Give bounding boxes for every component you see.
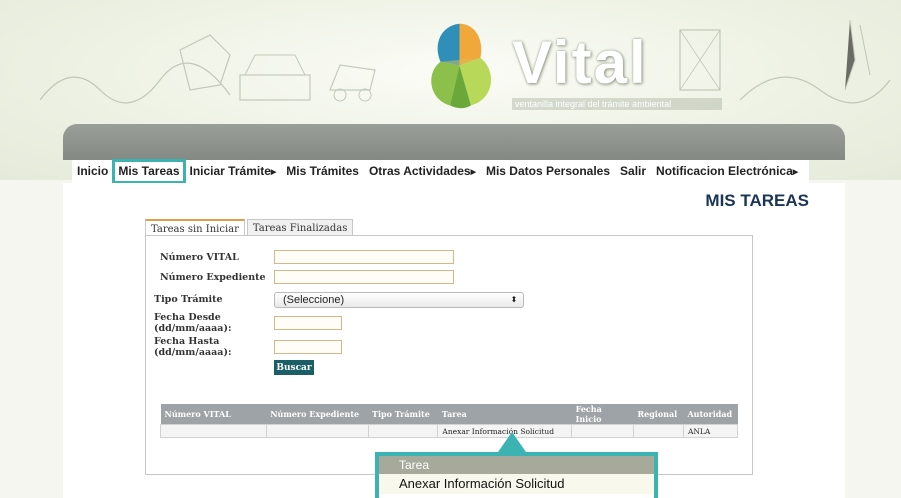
numero-vital-label: Número VITAL bbox=[160, 252, 239, 263]
callout-pointer-icon bbox=[498, 432, 526, 452]
table-row[interactable]: Anexar Información Solicitud ANLA bbox=[160, 424, 739, 438]
caret-right-icon: ▶ bbox=[792, 169, 799, 176]
fecha-hasta-label: Fecha Hasta (dd/mm/aaaa): bbox=[154, 336, 231, 358]
tipo-tramite-select[interactable]: (Seleccione) ⬍ bbox=[274, 292, 524, 308]
nav-item-label: Salir bbox=[620, 164, 647, 178]
nav-item-inicio[interactable]: Inicio bbox=[72, 160, 113, 183]
page-title: MIS TAREAS bbox=[705, 191, 809, 210]
nav-item-notificacion-electronica[interactable]: Notificacion Electrónica▶ bbox=[651, 160, 803, 183]
tipo-tramite-label: Tipo Trámite bbox=[154, 294, 223, 305]
vital-logo-icon bbox=[431, 23, 492, 109]
fecha-desde-label-line: Fecha Desde bbox=[154, 312, 221, 323]
brand-tagline: ventanilla integral del trámite ambienta… bbox=[512, 98, 722, 110]
nav-item-mis-tramites[interactable]: Mis Trámites bbox=[281, 160, 364, 183]
numero-expediente-label: Número Expediente bbox=[160, 272, 266, 283]
col-numero-expediente[interactable]: Número Expediente bbox=[266, 404, 369, 425]
buscar-button[interactable]: Buscar bbox=[274, 360, 314, 375]
cell-fecha-inicio bbox=[571, 424, 634, 438]
main-nav: Inicio Mis Tareas Iniciar Trámite▶ Mis T… bbox=[72, 159, 810, 184]
nav-item-iniciar-tramite[interactable]: Iniciar Trámite▶ bbox=[185, 160, 282, 183]
cell-numero-vital bbox=[160, 424, 267, 438]
col-autoridad[interactable]: Autoridad bbox=[683, 404, 738, 425]
tasks-table: Número VITAL Número Expediente Tipo Trám… bbox=[160, 404, 739, 438]
nav-item-label: Inicio bbox=[77, 164, 109, 178]
nav-item-label: Notificacion Electrónica bbox=[656, 164, 793, 178]
zoom-callout: Tarea Anexar Información Solicitud bbox=[375, 452, 658, 498]
brand-name: Vital bbox=[512, 29, 648, 96]
tipo-tramite-value: (Seleccione) bbox=[283, 294, 345, 306]
fecha-hasta-input[interactable] bbox=[274, 340, 342, 354]
col-regional[interactable]: Regional bbox=[633, 404, 684, 425]
search-form: Número VITAL Número Expediente Tipo Trám… bbox=[145, 235, 753, 475]
main-panel: MIS TAREAS Tareas sin Iniciar Tareas Fin… bbox=[63, 183, 845, 498]
nav-item-mis-tareas[interactable]: Mis Tareas bbox=[112, 159, 186, 184]
vital-logo[interactable]: Vital ventanilla integral del trámite am… bbox=[412, 18, 722, 128]
cell-regional bbox=[632, 424, 684, 438]
col-fecha-inicio[interactable]: Fecha Inicio bbox=[571, 404, 634, 425]
caret-right-icon: ▶ bbox=[470, 169, 476, 176]
col-tipo-tramite[interactable]: Tipo Trámite bbox=[368, 404, 438, 425]
nav-item-salir[interactable]: Salir bbox=[615, 160, 651, 183]
callout-header: Tarea bbox=[379, 456, 654, 474]
select-arrows-icon: ⬍ bbox=[510, 295, 518, 304]
table-header-row: Número VITAL Número Expediente Tipo Trám… bbox=[160, 404, 738, 425]
nav-item-label: Iniciar Trámite bbox=[189, 164, 271, 178]
numero-expediente-input[interactable] bbox=[274, 270, 454, 284]
nav-item-label: Mis Tareas bbox=[118, 164, 180, 178]
nav-item-label: Mis Trámites bbox=[286, 164, 359, 178]
fecha-desde-input[interactable] bbox=[274, 316, 342, 330]
cell-autoridad: ANLA bbox=[682, 424, 739, 438]
cell-numero-expediente bbox=[265, 424, 369, 438]
header-grey-bar bbox=[63, 124, 845, 160]
fecha-desde-label: Fecha Desde (dd/mm/aaaa): bbox=[154, 312, 231, 334]
nav-item-otras-actividades[interactable]: Otras Actividades▶ bbox=[364, 160, 481, 183]
nav-item-label: Otras Actividades bbox=[368, 164, 471, 178]
callout-value[interactable]: Anexar Información Solicitud bbox=[379, 474, 654, 494]
cell-tipo-tramite bbox=[367, 424, 439, 438]
nav-item-mis-datos-personales[interactable]: Mis Datos Personales bbox=[481, 160, 615, 183]
fecha-hasta-format: (dd/mm/aaaa): bbox=[154, 347, 232, 358]
nav-item-label: Mis Datos Personales bbox=[485, 164, 611, 178]
fecha-desde-format: (dd/mm/aaaa): bbox=[154, 323, 232, 334]
numero-vital-input[interactable] bbox=[274, 250, 454, 264]
col-tarea[interactable]: Tarea bbox=[437, 404, 572, 425]
caret-right-icon: ▶ bbox=[270, 169, 277, 176]
col-numero-vital[interactable]: Número VITAL bbox=[160, 404, 267, 425]
landscape-sketch-left bbox=[39, 34, 376, 104]
fecha-hasta-label-line: Fecha Hasta bbox=[154, 336, 220, 347]
